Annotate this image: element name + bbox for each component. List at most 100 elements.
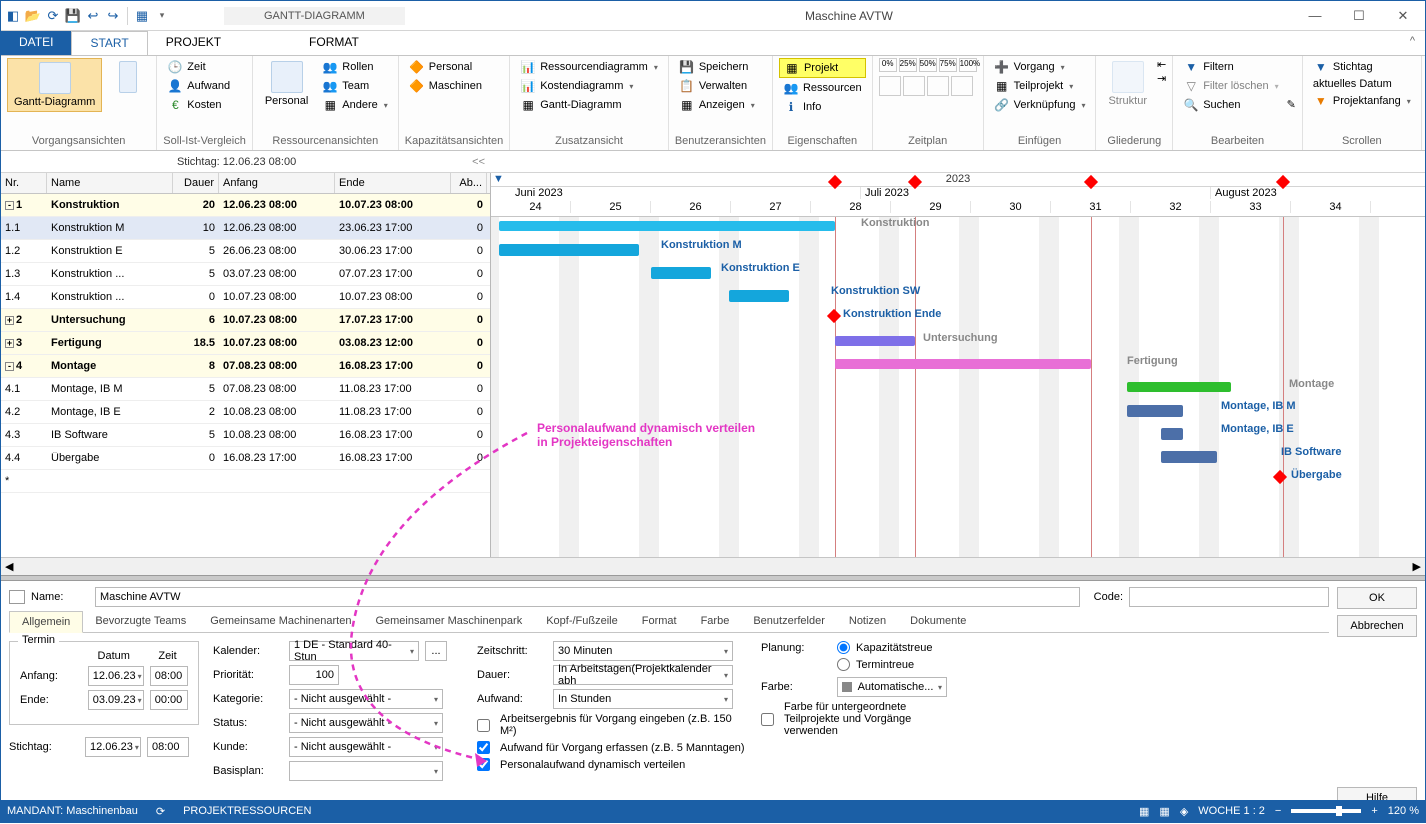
kosten-button[interactable]: €Kosten	[163, 96, 234, 114]
ok-button[interactable]: OK	[1337, 587, 1417, 609]
kalender-select[interactable]: 1 DE - Standard 40-Stun▾	[289, 641, 419, 661]
outdent-icon[interactable]: ⇥	[1157, 72, 1166, 85]
radio-termin[interactable]	[837, 658, 850, 671]
zoom-75-icon[interactable]: 75%	[939, 58, 957, 72]
speichern-button[interactable]: 💾Speichern	[675, 58, 759, 76]
abbrechen-button[interactable]: Abbrechen	[1337, 615, 1417, 637]
table-row[interactable]: 4.3IB Software510.08.23 08:0016.08.23 17…	[1, 424, 490, 447]
col-ab[interactable]: Ab...	[451, 173, 487, 193]
ganttdiag-button[interactable]: ▦Gantt-Diagramm	[516, 96, 662, 114]
teilprojekt-button[interactable]: ▦Teilprojekt▾	[990, 77, 1090, 95]
col-nr[interactable]: Nr.	[1, 173, 47, 193]
tab-format[interactable]: FORMAT	[291, 31, 377, 55]
chk-aufwand[interactable]	[477, 741, 490, 754]
resdiag-button[interactable]: 📊Ressourcendiagramm▾	[516, 58, 662, 76]
zeit-button[interactable]: 🕒Zeit	[163, 58, 234, 76]
basisplan-select[interactable]: ▾	[289, 761, 443, 781]
zoom-out-button[interactable]: −	[1275, 805, 1281, 817]
gantt-bar[interactable]	[835, 336, 915, 346]
dauer-select[interactable]: In Arbeitstagen(Projektkalender abh▾	[553, 665, 733, 685]
sched-icon[interactable]	[879, 76, 901, 96]
kap-maschinen-button[interactable]: 🔶Maschinen	[405, 77, 486, 95]
gantt-bar[interactable]	[1161, 428, 1183, 440]
zeitschritt-select[interactable]: 30 Minuten▾	[553, 641, 733, 661]
view-icon[interactable]: ▦	[1139, 805, 1149, 818]
anzeigen-button[interactable]: ▦Anzeigen▾	[675, 96, 759, 114]
sched-icon[interactable]	[927, 76, 949, 96]
ende-date[interactable]: 03.09.23▾	[88, 690, 144, 710]
details-tab[interactable]: Gemeinsamer Maschinenpark	[363, 611, 534, 632]
chk-arbeitsergebnis[interactable]	[477, 719, 490, 732]
col-anfang[interactable]: Anfang	[219, 173, 335, 193]
view-icon[interactable]: ▦	[1159, 805, 1169, 818]
table-row[interactable]: +2Untersuchung610.07.23 08:0017.07.23 17…	[1, 309, 490, 332]
qat-more-icon[interactable]: ▾	[154, 8, 170, 24]
sched-icon[interactable]	[903, 76, 925, 96]
ende-time[interactable]: 00:00	[150, 690, 188, 710]
gantt-bar[interactable]	[499, 244, 639, 256]
kunde-select[interactable]: - Nicht ausgewählt -▾	[289, 737, 443, 757]
zoom-25-icon[interactable]: 25%	[899, 58, 917, 72]
gantt-bar[interactable]	[729, 290, 789, 302]
col-dauer[interactable]: Dauer	[173, 173, 219, 193]
gantt-bar[interactable]	[835, 359, 1091, 369]
name-input[interactable]	[95, 587, 1080, 607]
projekt-button[interactable]: ▦Projekt	[779, 58, 866, 78]
team-button[interactable]: 👥Team	[318, 77, 392, 95]
edit-icon[interactable]: ✎	[1287, 98, 1296, 111]
zoom-in-button[interactable]: +	[1371, 805, 1377, 817]
details-tab[interactable]: Allgemein	[9, 611, 83, 633]
projektanfang-button[interactable]: ▼Projektanfang▾	[1309, 92, 1415, 110]
table-row[interactable]: 1.1Konstruktion M1012.06.23 08:0023.06.2…	[1, 217, 490, 240]
details-tab[interactable]: Dokumente	[898, 611, 978, 632]
zoom-100-icon[interactable]: 100%	[959, 58, 977, 72]
zoom-50-icon[interactable]: 50%	[919, 58, 937, 72]
zoom-0-icon[interactable]: 0%	[879, 58, 897, 72]
zeitplan-toolbar[interactable]: 0% 25% 50% 75% 100%	[879, 58, 977, 96]
details-tab[interactable]: Kopf-/Fußzeile	[534, 611, 630, 632]
collapse-button[interactable]: <<	[472, 156, 485, 168]
tab-projekt[interactable]: PROJEKT	[148, 31, 239, 55]
anfang-time[interactable]: 08:00	[150, 666, 188, 686]
gantt-bar[interactable]	[651, 267, 711, 279]
details-tab[interactable]: Bevorzugte Teams	[83, 611, 198, 632]
table-row[interactable]: 4.4Übergabe016.08.23 17:0016.08.23 17:00…	[1, 447, 490, 470]
status-select[interactable]: - Nicht ausgewählt -▾	[289, 713, 443, 733]
table-row[interactable]: 1.2Konstruktion E526.06.23 08:0030.06.23…	[1, 240, 490, 263]
refresh-icon[interactable]: ⟳	[45, 8, 61, 24]
maximize-button[interactable]: ☐	[1337, 2, 1381, 30]
info-button[interactable]: ℹInfo	[779, 98, 866, 116]
rollen-button[interactable]: 👥Rollen	[318, 58, 392, 76]
farbe-select[interactable]: Automatische...▾	[837, 677, 947, 697]
ribbon-collapse-icon[interactable]: ^	[1400, 31, 1425, 55]
stichtag-time[interactable]: 08:00	[147, 737, 189, 757]
radio-kapazitaet[interactable]	[837, 641, 850, 654]
anfang-date[interactable]: 12.06.23▾	[88, 666, 144, 686]
kostendiag-button[interactable]: 📊Kostendiagramm▾	[516, 77, 662, 95]
sched-icon[interactable]	[951, 76, 973, 96]
kategorie-select[interactable]: - Nicht ausgewählt -▾	[289, 689, 443, 709]
color-swatch[interactable]	[9, 590, 25, 604]
details-tab[interactable]: Format	[630, 611, 689, 632]
gantt-bar[interactable]	[1127, 405, 1183, 417]
aufwand-button[interactable]: 👤Aufwand	[163, 77, 234, 95]
prioritaet-input[interactable]	[289, 665, 339, 685]
stichtag-date[interactable]: 12.06.23▾	[85, 737, 141, 757]
details-tab[interactable]: Farbe	[689, 611, 742, 632]
table-row[interactable]: 1.4Konstruktion ...010.07.23 08:0010.07.…	[1, 286, 490, 309]
ressourcen-button[interactable]: 👥Ressourcen	[779, 79, 866, 97]
vorgang-button[interactable]: ➕Vorgang▾	[990, 58, 1090, 76]
table-row[interactable]: 4.1Montage, IB M507.08.23 08:0011.08.23 …	[1, 378, 490, 401]
kap-personal-button[interactable]: 🔶Personal	[405, 58, 486, 76]
minimize-button[interactable]: —	[1293, 2, 1337, 30]
tab-start[interactable]: START	[71, 31, 147, 55]
table-row[interactable]: +3Fertigung18.510.07.23 08:0003.08.23 12…	[1, 332, 490, 355]
redo-icon[interactable]: ↪	[105, 8, 121, 24]
tab-datei[interactable]: DATEI	[1, 31, 71, 55]
personal-button[interactable]: Personal	[259, 58, 314, 110]
suchen-button[interactable]: 🔍Suchen	[1179, 96, 1282, 114]
details-tab[interactable]: Benutzerfelder	[741, 611, 837, 632]
horizontal-scrollbar[interactable]: ◀ ▶	[1, 557, 1425, 575]
chk-farbe-sub[interactable]	[761, 713, 774, 726]
kalender-browse[interactable]: ...	[425, 641, 447, 661]
